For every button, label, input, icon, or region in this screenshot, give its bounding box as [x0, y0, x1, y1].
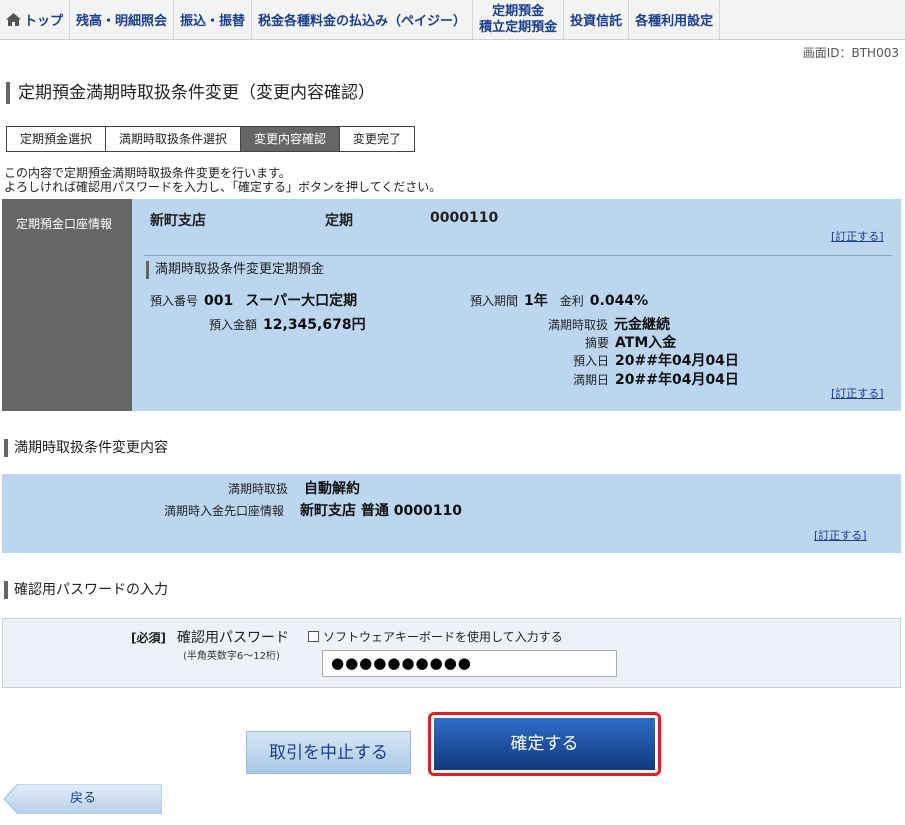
nav-home[interactable]: トップ — [0, 0, 71, 39]
product-name: スーパー大口定期 — [245, 293, 358, 309]
deposit-date-label: 預入日 — [573, 354, 610, 368]
password-section-title: 確認用パスワードの入力 — [4, 581, 168, 599]
maturity-date-row: 満期日 20##年04月04日 — [573, 369, 739, 389]
progress-steps: 定期預金選択 満期時取扱条件選択 変更内容確認 変更完了 — [6, 126, 416, 152]
password-label: 確認用パスワード — [177, 630, 289, 646]
change-panel: 満期時取扱 自動解約 満期時入金先口座情報 新町支店 普通 0000110 [訂… — [2, 474, 901, 553]
dest-row: 満期時入金先口座情報 新町支店 普通 0000110 — [164, 500, 462, 520]
account-number: 0000110 — [430, 210, 499, 226]
nav-transfer[interactable]: 振込・振替 — [174, 0, 253, 39]
maturity-date-label: 満期日 — [573, 373, 610, 387]
amount-label: 預入金額 — [209, 318, 258, 332]
edit-deposit-link[interactable]: [訂正する] — [831, 385, 884, 401]
deposit-date-value: 20##年04月04日 — [615, 353, 739, 369]
account-type: 定期 — [325, 213, 353, 229]
period-value: 1年 — [524, 293, 548, 309]
amount-row: 預入金額 12,345,678円 — [209, 314, 366, 334]
maturity-label: 満期時取扱 — [548, 318, 609, 332]
home-icon — [6, 13, 21, 26]
nav-investment[interactable]: 投資信託 — [564, 0, 630, 39]
deposit-no-row: 預入番号 001 スーパー大口定期 — [150, 290, 357, 310]
back-button[interactable]: 戻る — [4, 784, 162, 814]
step-select: 定期預金選択 — [7, 127, 107, 151]
maturity-date-value: 20##年04月04日 — [615, 372, 739, 388]
edit-account-link[interactable]: [訂正する] — [831, 228, 884, 244]
maturity-row: 満期時取扱 元金継続 — [548, 314, 670, 334]
nav-payeasy[interactable]: 税金各種料金の払込み（ペイジー） — [252, 0, 474, 39]
nav-time-deposit[interactable]: 定期預金 積立定期預金 — [473, 0, 565, 39]
password-note: (半角英数字6～12桁) — [183, 651, 280, 662]
sub-title: 満期時取扱条件変更定期預金 — [146, 261, 324, 279]
required-badge: [必須] — [131, 631, 166, 645]
change-section-title: 満期時取扱条件変更内容 — [4, 439, 168, 457]
account-info-panel: 定期預金口座情報 新町支店 定期 0000110 [訂正する] 満期時取扱条件変… — [2, 199, 901, 411]
nav-balance[interactable]: 残高・明細照会 — [70, 0, 175, 39]
account-branch: 新町支店 — [150, 213, 206, 229]
divider — [144, 255, 892, 256]
memo-value: ATM入金 — [615, 335, 677, 351]
step-complete: 変更完了 — [340, 127, 415, 151]
global-nav: トップ 残高・明細照会 振込・振替 税金各種料金の払込み（ペイジー） 定期預金 … — [0, 0, 905, 40]
handling-value: 自動解約 — [304, 481, 361, 497]
deposit-date-row: 預入日 20##年04月04日 — [573, 350, 739, 370]
amount-value: 12,345,678円 — [263, 317, 366, 333]
password-panel: [必須] 確認用パスワード (半角英数字6～12桁) ソフトウェアキーボードを使… — [2, 618, 901, 688]
memo-row: 摘要 ATM入金 — [585, 332, 676, 352]
handling-row: 満期時取扱 自動解約 — [228, 478, 360, 498]
nav-time-deposit-line1: 定期預金 — [492, 3, 545, 19]
rate-value: 0.044% — [589, 293, 649, 309]
dest-value: 新町支店 普通 0000110 — [300, 503, 462, 519]
deposit-no-label: 預入番号 — [150, 294, 199, 308]
intro-line2: よろしければ確認用パスワードを入力し、「確定する」ボタンを押してください。 — [4, 180, 442, 194]
step-confirm: 変更内容確認 — [241, 127, 341, 151]
edit-change-link[interactable]: [訂正する] — [814, 527, 867, 543]
dest-label: 満期時入金先口座情報 — [164, 504, 285, 518]
intro-text: この内容で定期預金満期時取扱条件変更を行います。 よろしければ確認用パスワードを… — [4, 166, 441, 194]
deposit-no-value: 001 — [204, 293, 234, 309]
cancel-button[interactable]: 取引を中止する — [246, 731, 411, 774]
back-label: 戻る — [69, 791, 96, 806]
software-keyboard-label[interactable]: ソフトウェアキーボードを使用して入力する — [323, 628, 563, 645]
nav-home-label: トップ — [24, 14, 64, 29]
period-label: 預入期間 — [470, 294, 519, 308]
maturity-value: 元金継続 — [614, 317, 671, 333]
nav-settings[interactable]: 各種利用設定 — [629, 0, 721, 39]
handling-label: 満期時取扱 — [228, 482, 289, 496]
software-keyboard-checkbox[interactable] — [308, 631, 319, 642]
step-condition: 満期時取扱条件選択 — [106, 127, 242, 151]
intro-line1: この内容で定期預金満期時取扱条件変更を行います。 — [4, 166, 291, 180]
memo-label: 摘要 — [585, 336, 610, 350]
nav-time-deposit-line2: 積立定期預金 — [479, 19, 558, 35]
account-info-label: 定期預金口座情報 — [2, 199, 132, 411]
rate-label: 金利 — [559, 294, 584, 308]
period-row: 預入期間 1年 金利 0.044% — [470, 290, 648, 310]
screen-id: 画面ID：BTH003 — [802, 46, 899, 60]
page-title: 定期預金満期時取扱条件変更（変更内容確認） — [6, 82, 375, 104]
password-input[interactable]: ●●●●●●●●●● — [322, 650, 617, 677]
confirm-button[interactable]: 確定する — [434, 718, 655, 770]
